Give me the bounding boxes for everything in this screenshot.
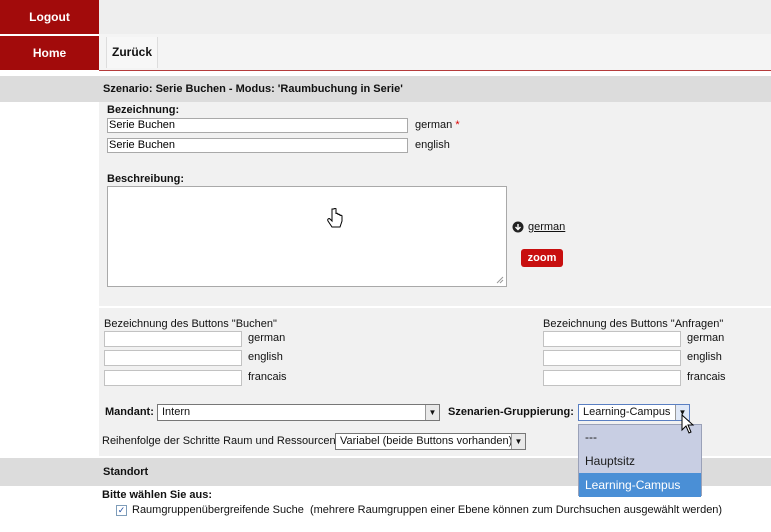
anfragen-german-input[interactable]: [543, 331, 681, 347]
tab-bar: [99, 34, 771, 71]
dropdown-option-selected[interactable]: Learning-Campus: [579, 473, 701, 497]
anfragen-english-input[interactable]: [543, 350, 681, 366]
arrow-down-circle-icon[interactable]: [512, 221, 524, 233]
dropdown-option[interactable]: Hauptsitz: [579, 449, 701, 473]
top-bar: [99, 0, 771, 34]
anfragen-francais-input[interactable]: [543, 370, 681, 386]
resize-handle-icon[interactable]: [496, 276, 504, 284]
buchen-german-input[interactable]: [104, 331, 242, 347]
mandant-select[interactable]: Intern ▼: [157, 404, 440, 421]
german-lang-label: german *: [415, 119, 460, 131]
chevron-down-icon[interactable]: ▼: [425, 405, 439, 420]
beschreibung-label: Beschreibung:: [107, 173, 185, 185]
anfragen-english-lang: english: [687, 351, 722, 363]
beschreibung-textarea[interactable]: [107, 186, 507, 287]
bezeichnung-english-input[interactable]: Serie Buchen: [107, 138, 408, 153]
scenario-header: Szenario: Serie Buchen - Modus: 'Raumbuc…: [0, 76, 771, 102]
german-language-link[interactable]: german: [528, 221, 565, 233]
reihenfolge-label: Reihenfolge der Schritte Raum und Ressou…: [102, 435, 339, 447]
home-button[interactable]: Home: [0, 36, 99, 70]
buchen-francais-input[interactable]: [104, 370, 242, 386]
chevron-down-icon[interactable]: ▼: [511, 434, 525, 449]
gruppierung-value: Learning-Campus: [583, 406, 671, 418]
english-lang-label: english: [415, 139, 450, 151]
zoom-button[interactable]: zoom: [521, 249, 563, 267]
mandant-value: Intern: [162, 406, 191, 418]
required-mark: *: [455, 119, 460, 131]
buchen-english-lang: english: [248, 351, 283, 363]
buchen-francais-lang: francais: [248, 371, 287, 383]
raumgruppen-checkbox[interactable]: ✓: [116, 505, 127, 516]
tab-back[interactable]: Zurück: [106, 37, 158, 68]
logout-button[interactable]: Logout: [0, 0, 99, 34]
reihenfolge-value: Variabel (beide Buttons vorhanden): [340, 435, 513, 447]
buchen-button-label: Bezeichnung des Buttons "Buchen": [104, 318, 277, 330]
buchen-german-lang: german: [248, 332, 286, 344]
buchen-english-input[interactable]: [104, 350, 242, 366]
raumgruppen-label: Raumgruppenübergreifende Suche (mehrere …: [132, 504, 723, 516]
mandant-label: Mandant:: [105, 406, 154, 418]
anfragen-german-lang: german: [687, 332, 725, 344]
pointer-cursor-icon: [681, 414, 695, 434]
gruppierung-label: Szenarien-Gruppierung:: [448, 406, 574, 418]
anfragen-francais-lang: francais: [687, 371, 726, 383]
anfragen-button-label: Bezeichnung des Buttons "Anfragen": [543, 318, 724, 330]
standort-prompt: Bitte wählen Sie aus:: [102, 489, 213, 501]
bezeichnung-german-input[interactable]: Serie Buchen: [107, 118, 408, 133]
gruppierung-select[interactable]: Learning-Campus ▼: [578, 404, 690, 421]
reihenfolge-select[interactable]: Variabel (beide Buttons vorhanden) ▼: [335, 433, 526, 450]
hand-cursor-icon: [327, 208, 343, 228]
bezeichnung-label: Bezeichnung:: [107, 104, 180, 116]
